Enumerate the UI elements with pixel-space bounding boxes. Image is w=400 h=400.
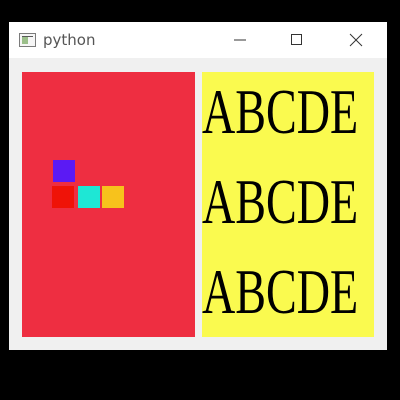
window-title: python <box>43 31 96 49</box>
red-panel <box>22 72 195 337</box>
client-area: ABCDE ABCDE ABCDE <box>9 58 387 350</box>
minimize-icon <box>234 39 246 41</box>
close-icon <box>349 33 363 47</box>
red-square <box>52 186 74 208</box>
window-app-icon <box>19 33 36 47</box>
yellow-square <box>102 186 124 208</box>
maximize-icon <box>291 34 302 45</box>
close-button[interactable] <box>333 22 379 58</box>
maximize-button[interactable] <box>274 22 320 58</box>
title-bar[interactable]: python <box>9 22 387 58</box>
text-line-3: ABCDE <box>202 256 359 327</box>
purple-square <box>53 160 75 182</box>
text-line-2: ABCDE <box>202 166 359 237</box>
cyan-square <box>78 186 100 208</box>
minimize-button[interactable] <box>217 22 263 58</box>
text-line-1: ABCDE <box>202 76 359 147</box>
app-window: python ABCDE ABCDE ABCDE <box>9 22 387 350</box>
yellow-panel: ABCDE ABCDE ABCDE <box>202 72 374 337</box>
